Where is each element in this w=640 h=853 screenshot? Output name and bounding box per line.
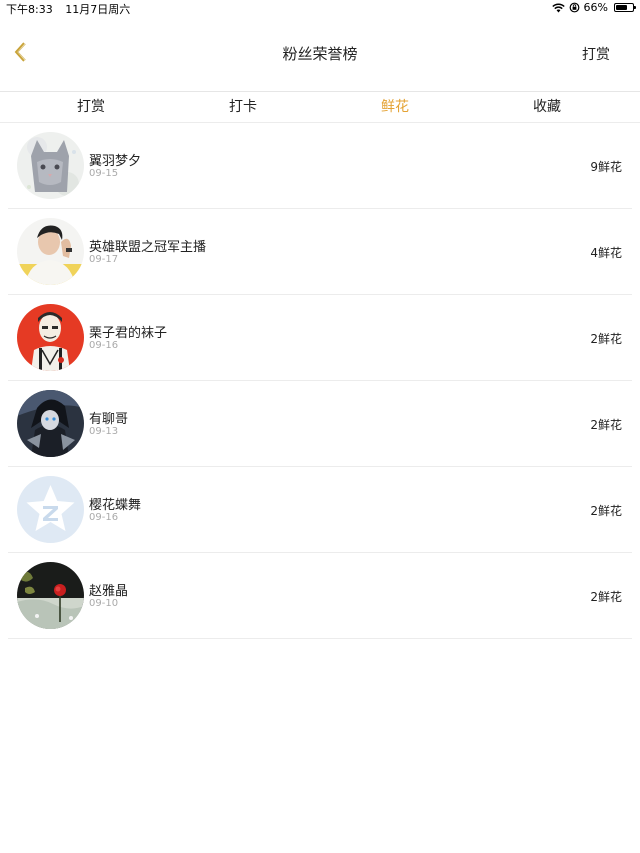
list-item[interactable]: 翼羽梦夕 09-15 9鲜花 — [8, 123, 632, 209]
battery-icon — [614, 3, 636, 12]
user-date: 09-16 — [89, 512, 119, 523]
battery-level — [616, 5, 627, 10]
user-name: 樱花蝶舞 — [89, 498, 142, 513]
user-name: 英雄联盟之冠军主播 — [89, 240, 207, 255]
user-name: 有聊哥 — [89, 412, 129, 427]
flower-count: 9鲜花 — [590, 160, 622, 174]
user-name: 赵雅晶 — [89, 584, 129, 599]
battery-percent: 66% — [583, 1, 608, 14]
user-date: 09-17 — [89, 254, 119, 265]
tab-checkin[interactable]: 打卡 — [167, 92, 319, 122]
flower-count: 2鲜花 — [590, 504, 622, 518]
status-date: 11月7日周六 — [65, 3, 131, 16]
status-time: 下午8:33 — [6, 3, 53, 16]
flower-count: 2鲜花 — [590, 332, 622, 346]
user-date: 09-15 — [89, 168, 119, 179]
tab-bar: 打赏 打卡 鲜花 收藏 — [0, 92, 640, 122]
list-item[interactable]: 栗子君的袜子 09-16 2鲜花 — [8, 295, 632, 381]
flower-count: 2鲜花 — [590, 418, 622, 432]
fan-list: 翼羽梦夕 09-15 9鲜花 英雄联盟之冠军主播 09-17 4鲜花 栗子君的袜… — [8, 123, 632, 639]
user-name: 栗子君的袜子 — [89, 326, 168, 341]
user-name: 翼羽梦夕 — [89, 154, 142, 169]
status-bar: 下午8:33 11月7日周六 66% — [0, 0, 640, 16]
orientation-lock-icon — [569, 2, 580, 13]
cat-avatar — [17, 132, 84, 199]
qq-default-avatar — [17, 476, 84, 543]
status-left: 下午8:33 11月7日周六 — [6, 1, 130, 17]
list-item[interactable]: 樱花蝶舞 09-16 2鲜花 — [8, 467, 632, 553]
illustration-avatar — [17, 304, 84, 371]
page-title: 粉丝荣誉榜 — [282, 45, 358, 63]
status-right: 66% — [551, 1, 636, 14]
list-item[interactable]: 赵雅晶 09-10 2鲜花 — [8, 553, 632, 639]
flower-count: 4鲜花 — [590, 246, 622, 260]
user-date: 09-16 — [89, 340, 119, 351]
tab-favorites[interactable]: 收藏 — [471, 92, 623, 122]
user-date: 09-10 — [89, 598, 119, 609]
anime-avatar — [17, 390, 84, 457]
nav-bar: 粉丝荣誉榜 打赏 — [0, 16, 640, 91]
tab-reward[interactable]: 打赏 — [15, 92, 167, 122]
list-item[interactable]: 有聊哥 09-13 2鲜花 — [8, 381, 632, 467]
tab-flowers[interactable]: 鲜花 — [319, 92, 471, 122]
man-avatar — [17, 218, 84, 285]
rose-avatar — [17, 562, 84, 629]
user-date: 09-13 — [89, 426, 119, 437]
list-item[interactable]: 英雄联盟之冠军主播 09-17 4鲜花 — [8, 209, 632, 295]
reward-button[interactable]: 打赏 — [582, 44, 610, 64]
wifi-icon — [551, 2, 565, 13]
flower-count: 2鲜花 — [590, 590, 622, 604]
